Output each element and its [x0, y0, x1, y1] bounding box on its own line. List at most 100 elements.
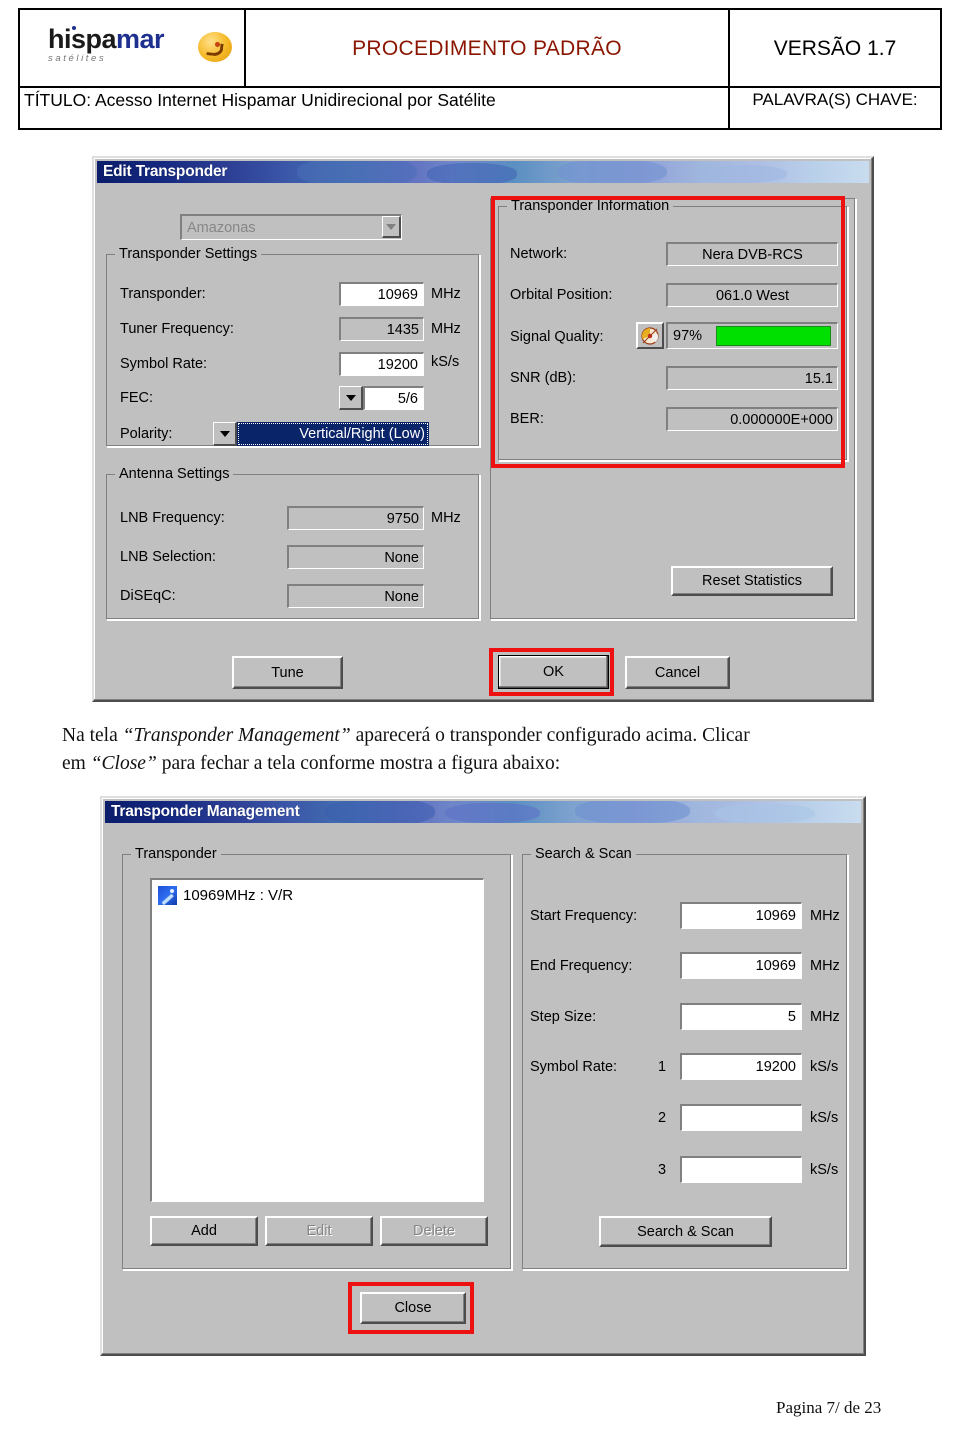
ber-value-field: 0.000000E+000 [666, 407, 838, 431]
titlebar-artifact [575, 801, 690, 823]
document-title-cell: TÍTULO: Acesso Internet Hispamar Unidire… [20, 88, 730, 128]
symbol-rate-index-2: 2 [658, 1110, 667, 1126]
search-and-scan-button[interactable]: Search & Scan [599, 1216, 772, 1247]
symbol-rate-unit-2: kS/s [810, 1110, 839, 1126]
signal-dish-glyph [641, 326, 659, 345]
symbol-rate-input-3[interactable] [680, 1156, 802, 1183]
symbol-rate-unit-1: kS/s [810, 1059, 839, 1075]
delete-label: Delete [413, 1223, 455, 1239]
satellite-combo-value[interactable]: Amazonas [180, 214, 402, 240]
titlebar-artifact [427, 163, 517, 183]
keywords-cell: PALAVRA(S) CHAVE: [730, 88, 940, 128]
instruction-line2-post: para fechar a tela conforme mostra a fig… [156, 753, 561, 774]
header-bottom-row: TÍTULO: Acesso Internet Hispamar Unidire… [20, 88, 940, 128]
search-scan-legend: Search & Scan [531, 846, 636, 862]
edit-transponder-title-text: Edit Transponder [103, 163, 228, 180]
header-top-row: hispamar satélites PROCEDIMENTO PADRÃO V… [20, 10, 940, 88]
transponder-listbox[interactable]: 10969MHz : V/R [150, 878, 484, 1202]
symbol-rate-index-1: 1 [658, 1059, 667, 1075]
delete-button: Delete [380, 1216, 488, 1246]
signal-quality-percent-text: 97% [673, 328, 703, 344]
end-frequency-input[interactable]: 10969 [680, 952, 802, 979]
transponder-management-titlebar[interactable]: Transponder Management [105, 801, 861, 823]
satellite-combo-chevron-down-icon[interactable] [382, 216, 401, 238]
logo-cell: hispamar satélites [20, 10, 246, 88]
version-text: VERSÃO 1.7 [773, 37, 897, 60]
ok-button[interactable]: OK [498, 655, 609, 689]
network-label: Network: [510, 246, 568, 262]
symbol-rate-value-field[interactable]: 19200 [339, 352, 424, 376]
diseqc-value-field: None [287, 584, 424, 608]
orbital-position-value-field: 061.0 West [666, 283, 838, 307]
titlebar-artifact [297, 161, 417, 183]
fec-chevron-down-icon[interactable] [339, 386, 363, 410]
document-type-text: PROCEDIMENTO PADRÃO [352, 37, 622, 60]
close-label: Close [394, 1300, 432, 1316]
transponder-label: Transponder: [120, 286, 206, 302]
symbol-rate-unit: kS/s [431, 354, 460, 370]
polarity-chevron-down-icon[interactable] [213, 422, 237, 446]
titlebar-artifact [715, 804, 815, 823]
instruction-paragraph: Na tela “Transponder Management” aparece… [62, 722, 942, 778]
ok-label: OK [543, 664, 564, 680]
symbol-rate-label: Symbol Rate: [530, 1059, 618, 1075]
symbol-rate-input-2[interactable] [680, 1104, 802, 1131]
transponder-management-dialog: Transponder Management Transponder 10969… [100, 796, 866, 1356]
lnb-selection-value-field: None [287, 545, 424, 569]
smiley-smile-icon [206, 42, 224, 57]
fec-label: FEC: [120, 390, 154, 406]
transponder-unit: MHz [431, 286, 461, 302]
symbol-rate-index-3: 3 [658, 1162, 667, 1178]
edit-transponder-dialog: Edit Transponder Amazonas Transponder Se… [92, 156, 874, 702]
start-frequency-input[interactable]: 10969 [680, 902, 802, 929]
hispamar-logo: hispamar satélites [48, 24, 238, 80]
lnb-frequency-unit: MHz [431, 510, 461, 526]
reset-statistics-label: Reset Statistics [702, 573, 802, 589]
satellite-icon [158, 886, 177, 905]
edit-label: Edit [306, 1223, 332, 1239]
close-button[interactable]: Close [360, 1292, 466, 1324]
signal-quality-bar-fill [716, 326, 832, 346]
symbol-rate-input-1[interactable]: 19200 [680, 1053, 802, 1080]
end-frequency-unit: MHz [810, 958, 840, 974]
signal-quality-label: Signal Quality: [510, 329, 604, 345]
keywords-label: PALAVRA(S) CHAVE: [752, 90, 918, 109]
instruction-line1-mid: aparecerá o transponder configurado acim… [350, 725, 750, 746]
list-item[interactable]: 10969MHz : V/R [158, 886, 293, 905]
edit-transponder-titlebar[interactable]: Edit Transponder [97, 161, 869, 183]
add-label: Add [191, 1223, 217, 1239]
tune-label: Tune [271, 664, 304, 681]
symbol-rate-label: Symbol Rate: [120, 356, 208, 372]
start-frequency-label: Start Frequency: [530, 908, 638, 924]
diseqc-label: DiSEqC: [120, 588, 176, 604]
logo-word-hispa: hispa [48, 24, 117, 54]
edit-button: Edit [265, 1216, 373, 1246]
end-frequency-label: End Frequency: [530, 958, 633, 974]
list-item-label: 10969MHz : V/R [183, 887, 294, 904]
fec-value-field[interactable]: 5/6 [363, 386, 424, 410]
step-size-label: Step Size: [530, 1009, 597, 1025]
signal-quality-bar: 97% [666, 322, 838, 349]
cancel-button[interactable]: Cancel [625, 656, 730, 689]
reset-statistics-button[interactable]: Reset Statistics [671, 566, 833, 596]
antenna-settings-legend: Antenna Settings [115, 466, 234, 482]
transponder-information-legend: Transponder Information [507, 198, 674, 214]
snr-value-field: 15.1 [666, 366, 838, 390]
tuner-frequency-unit: MHz [431, 321, 461, 337]
step-size-input[interactable]: 5 [680, 1003, 802, 1030]
polarity-value-field[interactable]: Vertical/Right (Low) [237, 422, 429, 446]
transponder-settings-legend: Transponder Settings [115, 246, 262, 262]
add-button[interactable]: Add [150, 1216, 258, 1246]
lnb-selection-label: LNB Selection: [120, 549, 216, 565]
titlebar-artifact [557, 161, 667, 183]
signal-quality-icon[interactable] [636, 322, 664, 349]
titlebar-artifact [697, 165, 787, 183]
titlebar-artifact [325, 801, 435, 823]
tune-button[interactable]: Tune [232, 656, 343, 689]
instruction-line2-emphasis: “Close” [90, 753, 157, 774]
search-and-scan-label: Search & Scan [637, 1223, 734, 1240]
lnb-frequency-label: LNB Frequency: [120, 510, 225, 526]
cancel-label: Cancel [654, 664, 701, 681]
transponder-value-field[interactable]: 10969 [339, 282, 424, 306]
transponder-management-title-text: Transponder Management [111, 803, 300, 820]
